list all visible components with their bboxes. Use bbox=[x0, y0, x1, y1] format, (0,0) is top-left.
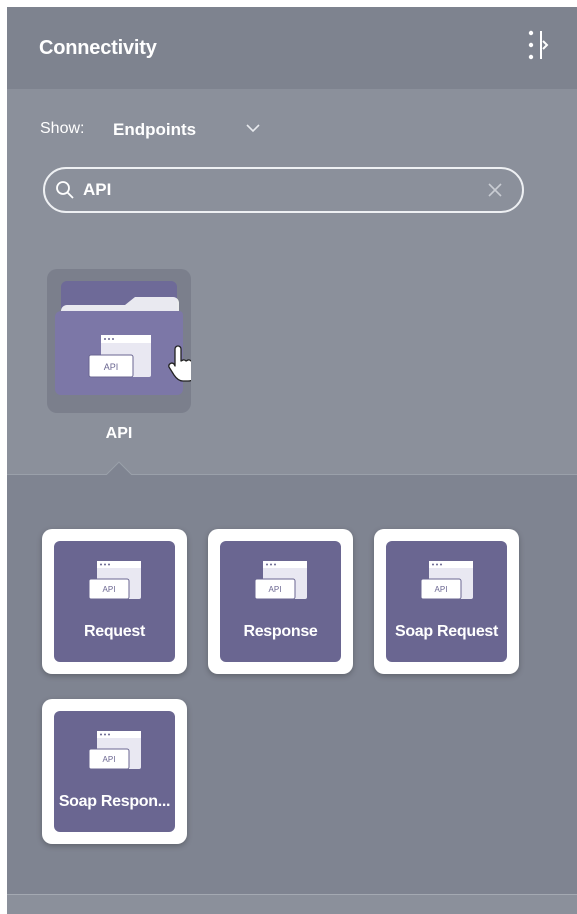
endpoint-tile-soap-request[interactable]: API Soap Request bbox=[374, 529, 519, 674]
tile-body: API Response bbox=[220, 541, 341, 662]
svg-text:API: API bbox=[103, 585, 116, 594]
panel-toggle-icon[interactable] bbox=[527, 29, 549, 61]
tile-label: Response bbox=[243, 623, 318, 640]
api-folder-tile[interactable]: API bbox=[47, 269, 198, 413]
api-icon: API bbox=[420, 561, 473, 600]
endpoint-tile-request[interactable]: API Request bbox=[42, 529, 187, 674]
show-dropdown[interactable]: Endpoints bbox=[113, 120, 196, 140]
api-icon: API bbox=[254, 561, 307, 600]
tile-label: Request bbox=[83, 623, 146, 640]
search-icon bbox=[56, 181, 74, 199]
close-icon[interactable] bbox=[486, 181, 504, 199]
tile-body: API Request bbox=[54, 541, 175, 662]
api-icon: API bbox=[88, 561, 141, 600]
tile-body: API Soap Respon... bbox=[54, 711, 175, 832]
svg-text:API: API bbox=[103, 755, 116, 764]
panel-title: Connectivity bbox=[39, 37, 157, 59]
chevron-down-icon[interactable] bbox=[245, 121, 261, 135]
svg-text:API: API bbox=[435, 585, 448, 594]
search-box bbox=[43, 167, 524, 213]
tile-body: API Soap Request bbox=[386, 541, 507, 662]
folder-label: API bbox=[105, 425, 133, 442]
pointer-notch bbox=[106, 461, 132, 475]
tile-label: Soap Respon... bbox=[58, 793, 171, 810]
svg-text:API: API bbox=[269, 585, 282, 594]
tile-label: Soap Request bbox=[394, 623, 499, 640]
api-icon: API bbox=[88, 731, 141, 770]
endpoint-tile-response[interactable]: API Response bbox=[208, 529, 353, 674]
panel-header: Connectivity bbox=[7, 7, 577, 89]
api-folder-icon: API bbox=[55, 281, 198, 395]
panel-footer bbox=[7, 894, 577, 914]
search-input[interactable] bbox=[83, 178, 473, 202]
endpoint-tile-soap-response[interactable]: API Soap Respon... bbox=[42, 699, 187, 844]
connectivity-panel: Connectivity Show: Endpoints API API API… bbox=[7, 7, 577, 914]
show-label: Show: bbox=[40, 120, 85, 137]
svg-text:API: API bbox=[104, 362, 119, 372]
